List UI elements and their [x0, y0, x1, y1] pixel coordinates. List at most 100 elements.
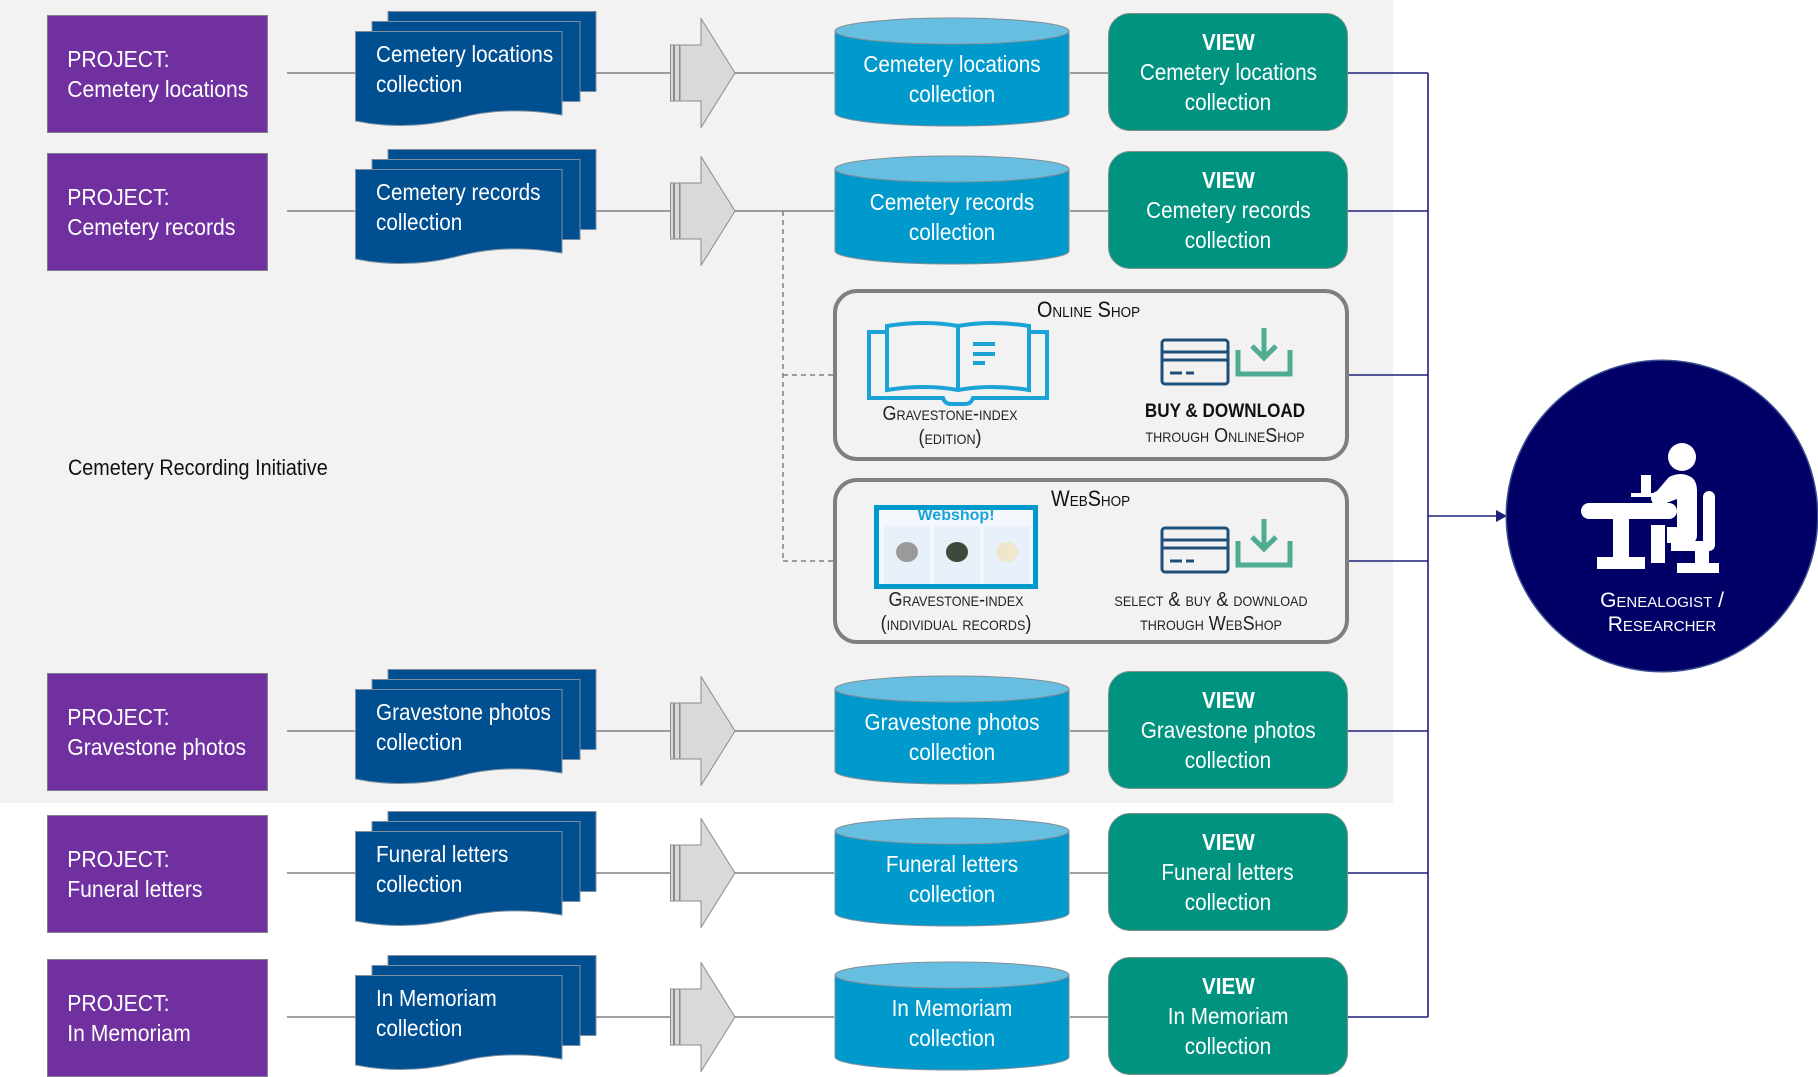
view-line1: Cemetery locations	[1139, 59, 1317, 85]
project-prefix: PROJECT:	[67, 704, 170, 730]
thumbnail-card	[984, 526, 1030, 584]
credit-card-icon	[1160, 526, 1230, 574]
collection-line2: collection	[376, 871, 463, 897]
view-line1: In Memoriam	[1167, 1003, 1289, 1029]
view-line1: Cemetery records	[1145, 197, 1311, 223]
download-icon	[1235, 519, 1293, 568]
database-line2: collection	[908, 81, 996, 107]
online-shop-action-caption[interactable]: BUY & DOWNLOAD through OnlineShop	[1120, 400, 1330, 448]
webshop-thumbnail[interactable]: Webshop!	[874, 505, 1038, 589]
person-at-desk-icon	[1581, 443, 1719, 573]
process-arrow-icon	[670, 818, 736, 928]
process-arrow-icon	[670, 156, 736, 266]
database-line2: collection	[908, 219, 996, 245]
online-shop-title: Online Shop	[1037, 297, 1141, 322]
project-box[interactable]: PROJECT: Funeral letters	[47, 815, 268, 933]
collection-line1: Cemetery locations	[376, 41, 554, 67]
dashed-branch-connector	[782, 211, 834, 562]
select-buy-download-label: select & buy & download	[1114, 589, 1308, 611]
collection-documents[interactable]: Funeral letters collection	[355, 811, 597, 927]
arrowhead	[1496, 510, 1507, 522]
view-line2: collection	[1184, 89, 1272, 115]
collection-line2: collection	[376, 71, 463, 97]
database-line2: collection	[908, 881, 996, 907]
view-line1: Funeral letters	[1161, 859, 1295, 885]
genealogist-researcher-persona[interactable]: Genealogist / Researcher	[1507, 361, 1817, 671]
view-collection-button[interactable]: VIEW Cemetery records collection	[1108, 151, 1348, 269]
database-collection[interactable]: Cemetery records collection	[834, 155, 1070, 265]
database-line2: collection	[908, 1025, 996, 1051]
view-collection-button[interactable]: VIEW In Memoriam collection	[1108, 957, 1348, 1075]
project-prefix: PROJECT:	[67, 846, 170, 872]
project-prefix: PROJECT:	[67, 184, 170, 210]
project-name: In Memoriam	[67, 1020, 191, 1046]
database-line1: Funeral letters	[885, 851, 1019, 877]
project-box[interactable]: PROJECT: Cemetery locations	[47, 15, 268, 133]
process-arrow-icon	[670, 962, 736, 1072]
process-arrow-icon	[670, 18, 736, 128]
credit-card-icon	[1160, 338, 1230, 386]
through-webshop-label: through WebShop	[1140, 613, 1282, 635]
database-line2: collection	[908, 739, 996, 765]
product-edition: (edition)	[918, 427, 982, 449]
webshop-action-caption[interactable]: select & buy & download through WebShop	[1080, 588, 1342, 636]
view-collection-button[interactable]: VIEW Gravestone photos collection	[1108, 671, 1348, 789]
database-line1: Gravestone photos	[864, 709, 1040, 735]
view-line2: collection	[1184, 227, 1272, 253]
download-icon	[1235, 328, 1293, 377]
collection-documents[interactable]: Gravestone photos collection	[355, 669, 597, 785]
collection-documents[interactable]: Cemetery records collection	[355, 149, 597, 265]
database-collection[interactable]: Cemetery locations collection	[834, 17, 1070, 127]
project-prefix: PROJECT:	[67, 46, 170, 72]
project-prefix: PROJECT:	[67, 990, 170, 1016]
collection-line1: Funeral letters	[376, 841, 509, 867]
collection-documents[interactable]: Cemetery locations collection	[355, 11, 597, 127]
collection-line2: collection	[376, 209, 463, 235]
view-collection-button[interactable]: VIEW Cemetery locations collection	[1108, 13, 1348, 131]
view-title: VIEW	[1201, 687, 1255, 713]
thumbnail-card	[934, 526, 980, 584]
project-name: Gravestone photos	[67, 734, 247, 760]
database-collection[interactable]: Gravestone photos collection	[834, 675, 1070, 785]
project-box[interactable]: PROJECT: Cemetery records	[47, 153, 268, 271]
webshop-thumbnail-title: Webshop!	[917, 507, 995, 524]
webshop-product-caption: Gravestone-index (individual records)	[845, 588, 1067, 636]
view-title: VIEW	[1201, 29, 1255, 55]
open-book-icon	[867, 321, 1049, 406]
database-collection[interactable]: In Memoriam collection	[834, 961, 1070, 1071]
webshop-title: WebShop	[1051, 486, 1131, 511]
product-records: (individual records)	[880, 613, 1032, 635]
persona-label-line2: Researcher	[1607, 613, 1717, 636]
view-title: VIEW	[1201, 973, 1255, 999]
project-box[interactable]: PROJECT: Gravestone photos	[47, 673, 268, 791]
database-line1: Cemetery locations	[863, 51, 1041, 77]
collection-line2: collection	[376, 729, 463, 755]
product-name: Gravestone-index	[882, 403, 1018, 425]
database-line1: In Memoriam	[891, 995, 1013, 1021]
online-shop-product-caption: Gravestone-index (edition)	[850, 402, 1050, 450]
collection-documents[interactable]: In Memoriam collection	[355, 955, 597, 1071]
thumbnail-card	[884, 526, 930, 584]
project-name: Cemetery locations	[67, 76, 249, 102]
persona-label-line1: Genealogist /	[1600, 589, 1724, 612]
view-line2: collection	[1184, 889, 1272, 915]
collection-line2: collection	[376, 1015, 463, 1041]
view-title: VIEW	[1201, 167, 1255, 193]
through-onlineshop-label: through OnlineShop	[1145, 425, 1305, 447]
database-line1: Cemetery records	[869, 189, 1035, 215]
persona-label: Genealogist / Researcher	[1507, 589, 1817, 637]
database-collection[interactable]: Funeral letters collection	[834, 817, 1070, 927]
collection-line1: Gravestone photos	[376, 699, 551, 725]
collection-line1: Cemetery records	[376, 179, 541, 205]
buy-download-label: BUY & DOWNLOAD	[1144, 401, 1306, 422]
project-box[interactable]: PROJECT: In Memoriam	[47, 959, 268, 1077]
view-line1: Gravestone photos	[1140, 717, 1316, 743]
view-line2: collection	[1184, 747, 1272, 773]
project-name: Funeral letters	[67, 876, 203, 902]
collection-line1: In Memoriam	[376, 985, 497, 1011]
product-name: Gravestone-index	[888, 589, 1024, 611]
view-line2: collection	[1184, 1033, 1272, 1059]
view-collection-button[interactable]: VIEW Funeral letters collection	[1108, 813, 1348, 931]
project-name: Cemetery records	[67, 214, 236, 240]
process-arrow-icon	[670, 676, 736, 786]
